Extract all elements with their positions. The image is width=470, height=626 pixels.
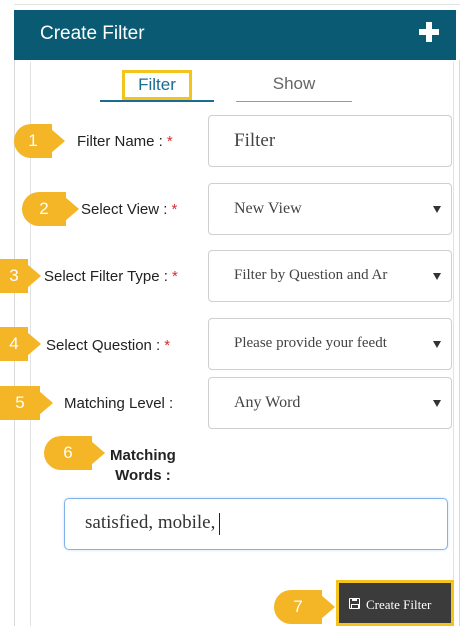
top-divider bbox=[14, 4, 460, 5]
chevron-down-icon bbox=[433, 206, 441, 213]
panel-header: Create Filter bbox=[14, 10, 456, 60]
step-badge-2: 2 bbox=[22, 192, 79, 226]
tab-show[interactable]: Show bbox=[236, 68, 352, 102]
matching-level-label: Matching Level : bbox=[64, 395, 174, 412]
filter-type-label: Select Filter Type : * bbox=[44, 268, 178, 285]
plus-icon[interactable] bbox=[418, 21, 440, 43]
step-badge-5: 5 bbox=[0, 386, 53, 420]
filter-type-dropdown[interactable]: Filter by Question and Ar bbox=[208, 250, 452, 302]
select-question-label: Select Question : * bbox=[46, 337, 171, 354]
text-cursor bbox=[219, 512, 221, 535]
select-view-dropdown[interactable]: New View bbox=[208, 183, 452, 235]
select-view-label: Select View : * bbox=[81, 201, 178, 218]
select-question-dropdown[interactable]: Please provide your feedt bbox=[208, 318, 452, 370]
panel-title: Create Filter bbox=[40, 23, 145, 44]
chevron-down-icon bbox=[433, 400, 441, 407]
matching-words-label: Matching Words : bbox=[110, 447, 176, 484]
chevron-down-icon bbox=[433, 341, 441, 348]
step-badge-7: 7 bbox=[274, 590, 335, 624]
step-badge-3: 3 bbox=[0, 259, 41, 293]
step-badge-4: 4 bbox=[0, 327, 41, 361]
step-badge-1: 1 bbox=[14, 124, 65, 158]
step-badge-6: 6 bbox=[44, 436, 105, 470]
chevron-down-icon bbox=[433, 273, 441, 280]
save-icon bbox=[349, 598, 360, 609]
create-filter-button[interactable]: Create Filter bbox=[336, 580, 454, 626]
filter-name-input[interactable]: Filter bbox=[208, 115, 452, 167]
matching-level-dropdown[interactable]: Any Word bbox=[208, 377, 452, 429]
matching-words-input[interactable]: satisfied, mobile, bbox=[64, 498, 448, 550]
filter-name-label: Filter Name : * bbox=[77, 133, 173, 150]
tab-filter-label: Filter bbox=[122, 70, 192, 100]
tab-filter[interactable]: Filter bbox=[100, 68, 214, 102]
